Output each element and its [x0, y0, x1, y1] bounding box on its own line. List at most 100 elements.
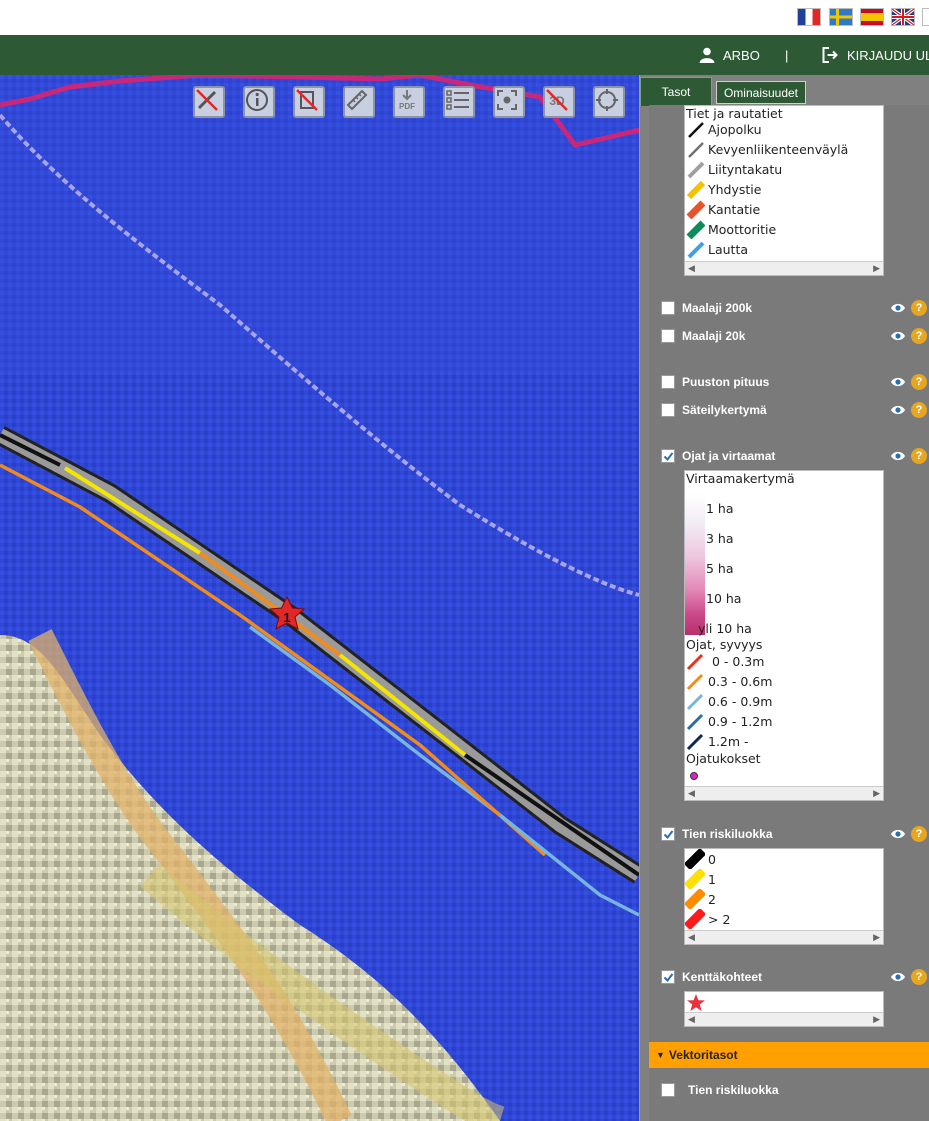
roads-legend[interactable]: Tiet ja rautatiet Ajopolku Kevyenliikent…	[684, 105, 884, 276]
tab-tasot-label: Tasot	[661, 85, 691, 99]
pdf-icon: PDF	[399, 90, 415, 111]
line-swatch-icon	[685, 849, 705, 869]
layer-checkbox[interactable]	[661, 375, 675, 389]
fullscreen-tool[interactable]	[493, 86, 525, 118]
vector-header-label: Vektoritasot	[668, 1048, 738, 1062]
legend-item: 1	[685, 869, 716, 889]
ojat-legend[interactable]: Virtaamakertymä 1 ha 3 ha 5 ha 10 ha yli…	[684, 470, 884, 801]
edit-icon	[296, 89, 318, 111]
help-icon[interactable]: ?	[911, 826, 927, 842]
eye-icon[interactable]	[890, 302, 906, 314]
layer-maalaji-200k[interactable]: Maalaji 200k	[661, 298, 752, 318]
disabled-3d-tool[interactable]: 3D	[543, 86, 575, 118]
map-canvas[interactable]: 1	[0, 75, 639, 1121]
checkmark-icon	[663, 451, 673, 461]
disabled-draw-tool[interactable]	[193, 86, 225, 118]
line-swatch-icon	[685, 909, 705, 929]
layer-puuston-pituus[interactable]: Puuston pituus	[661, 372, 769, 392]
eye-icon[interactable]	[890, 828, 906, 840]
swedish-flag[interactable]	[829, 8, 853, 26]
layer-kenttakohteet[interactable]: Kenttäkohteet	[661, 967, 762, 987]
legend-tool[interactable]	[443, 86, 475, 118]
spanish-flag[interactable]	[860, 8, 884, 26]
eye-icon[interactable]	[890, 376, 906, 388]
logout-label: KIRJAUDU ULOS	[847, 47, 929, 63]
layer-checkbox[interactable]	[661, 329, 675, 343]
locate-tool[interactable]	[593, 86, 625, 118]
field-legend[interactable]: ◀ ▶	[684, 991, 884, 1027]
legend-scrollbar[interactable]: ◀ ▶	[685, 261, 883, 275]
eye-icon[interactable]	[890, 404, 906, 416]
help-icon[interactable]: ?	[911, 448, 927, 464]
legend-item: Moottoritie	[685, 219, 776, 239]
pdf-tool[interactable]: PDF	[393, 86, 425, 118]
legend-scrollbar[interactable]: ◀ ▶	[685, 786, 883, 800]
crosshair-icon	[596, 89, 618, 111]
legend-scrollbar[interactable]: ◀ ▶	[685, 1012, 883, 1026]
user-menu[interactable]: ARBO	[699, 35, 760, 75]
logout-icon	[822, 47, 838, 63]
user-icon	[699, 47, 715, 63]
layer-ojat-ja-virtaamat[interactable]: Ojat ja virtaamat	[661, 446, 775, 466]
layer-tien-riskiluokka[interactable]: Tien riskiluokka	[661, 824, 773, 844]
help-icon[interactable]: ?	[911, 328, 927, 344]
tab-tasot[interactable]: Tasot	[640, 77, 712, 106]
legend-item: 0.3 - 0.6m	[685, 671, 772, 691]
legend-item: 0.6 - 0.9m	[685, 691, 772, 711]
vector-layer-tien-riskiluokka[interactable]: Tien riskiluokka	[661, 1080, 779, 1100]
french-flag[interactable]	[797, 8, 821, 26]
layer-checkbox-checked[interactable]	[661, 827, 675, 841]
legend-item: Kevyenliikenteenväylä	[685, 139, 848, 159]
eye-icon[interactable]	[890, 330, 906, 342]
legend-item: 0.9 - 1.2m	[685, 711, 772, 731]
layer-checkbox[interactable]	[661, 403, 675, 417]
info-tool[interactable]	[243, 86, 275, 118]
disabled-edit-tool[interactable]	[293, 86, 325, 118]
tab-ominaisuudet[interactable]: Ominaisuudet	[716, 81, 806, 104]
help-icon[interactable]: ?	[911, 300, 927, 316]
legend-scrollbar[interactable]: ◀ ▶	[685, 930, 883, 944]
line-swatch-icon	[686, 200, 705, 219]
logout-button[interactable]: KIRJAUDU ULOS	[822, 35, 929, 75]
eye-icon[interactable]	[890, 971, 906, 983]
layer-checkbox[interactable]	[661, 301, 675, 315]
layer-checkbox-checked[interactable]	[661, 449, 675, 463]
layer-sateilykertyma[interactable]: Säteilykertymä	[661, 400, 767, 420]
map-view[interactable]: 1 PDF 3D	[0, 75, 639, 1121]
help-icon[interactable]: ?	[911, 374, 927, 390]
flow-label: 10 ha	[706, 591, 742, 606]
legend-item: Lautta	[685, 239, 748, 259]
line-swatch-icon	[687, 161, 705, 179]
extra-flag[interactable]	[922, 8, 929, 26]
measure-tool[interactable]	[343, 86, 375, 118]
line-swatch-icon	[687, 241, 705, 259]
risk-legend[interactable]: 0 1 2 > 2 ◀ ▶	[684, 848, 884, 945]
layer-checkbox[interactable]	[661, 1083, 675, 1097]
layer-list[interactable]: Tiet ja rautatiet Ajopolku Kevyenliikent…	[649, 105, 929, 1121]
fullscreen-icon	[497, 90, 517, 110]
flow-label: yli 10 ha	[698, 621, 752, 636]
layer-label: Tien riskiluokka	[688, 1083, 779, 1097]
draw-icon	[196, 89, 218, 111]
layer-checkbox-checked[interactable]	[661, 970, 675, 984]
legend-item: 1.2m -	[685, 731, 749, 751]
uk-flag[interactable]	[890, 7, 916, 27]
eye-icon[interactable]	[890, 450, 906, 462]
line-swatch-icon	[688, 142, 704, 158]
blockage-legend-title: Ojatukokset	[686, 751, 761, 766]
help-icon[interactable]: ?	[911, 402, 927, 418]
ruler-icon	[346, 89, 368, 111]
info-icon	[246, 89, 268, 111]
flow-label: 1 ha	[706, 501, 734, 516]
layer-maalaji-20k[interactable]: Maalaji 20k	[661, 326, 745, 346]
vector-layers-header[interactable]: ▼ Vektoritasot	[649, 1042, 929, 1068]
legend-item: 0	[685, 849, 716, 869]
legend-item: Kantatie	[685, 199, 760, 219]
legend-item: Yhdystie	[685, 179, 761, 199]
depth-legend-title: Ojat, syvyys	[686, 637, 763, 652]
list-icon	[446, 90, 469, 110]
layer-label: Maalaji 200k	[682, 301, 753, 315]
line-swatch-icon	[686, 220, 705, 239]
help-icon[interactable]: ?	[911, 969, 927, 985]
legend-item: 2	[685, 889, 716, 909]
